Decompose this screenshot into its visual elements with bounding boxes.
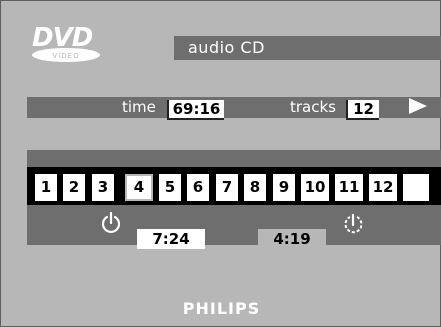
elapsed-time: 7:24 <box>137 229 205 249</box>
dvd-video-logo-icon: DVD VIDEO <box>32 23 100 62</box>
tracks-label: tracks <box>290 98 336 116</box>
remaining-time: 4:19 <box>258 229 326 249</box>
track-selection-panel: 1 2 3 4 5 6 7 8 9 10 11 12 7:24 4:19 <box>27 150 441 249</box>
total-time-value: 69:16 <box>167 100 224 120</box>
dvd-screen: DVD VIDEO audio CD time 69:16 tracks 12 … <box>0 0 441 327</box>
track-button[interactable]: 10 <box>301 174 329 201</box>
disc-type-title: audio CD <box>174 36 441 60</box>
track-button-selected[interactable]: 4 <box>125 174 153 201</box>
track-button[interactable]: 12 <box>369 174 397 201</box>
track-button[interactable]: 2 <box>63 174 85 201</box>
track-button[interactable]: 8 <box>244 174 266 201</box>
track-button[interactable]: 6 <box>187 174 209 201</box>
track-button-empty[interactable] <box>403 174 429 201</box>
svg-text:VIDEO: VIDEO <box>52 52 79 60</box>
power-icon[interactable] <box>101 212 121 234</box>
track-count-value: 12 <box>346 100 379 120</box>
disc-info-bar: time 69:16 tracks 12 <box>27 97 441 120</box>
track-button[interactable]: 5 <box>159 174 181 201</box>
track-button[interactable]: 3 <box>92 174 114 201</box>
track-button[interactable]: 11 <box>335 174 363 201</box>
track-button[interactable]: 1 <box>35 174 57 201</box>
repeat-icon[interactable] <box>344 213 364 235</box>
track-list: 1 2 3 4 5 6 7 8 9 10 11 12 <box>27 167 441 205</box>
track-button[interactable]: 7 <box>216 174 238 201</box>
time-label: time <box>122 98 156 116</box>
brand-logo: PHILIPS <box>182 299 261 318</box>
track-button[interactable]: 9 <box>273 174 295 201</box>
play-icon[interactable] <box>409 98 427 114</box>
